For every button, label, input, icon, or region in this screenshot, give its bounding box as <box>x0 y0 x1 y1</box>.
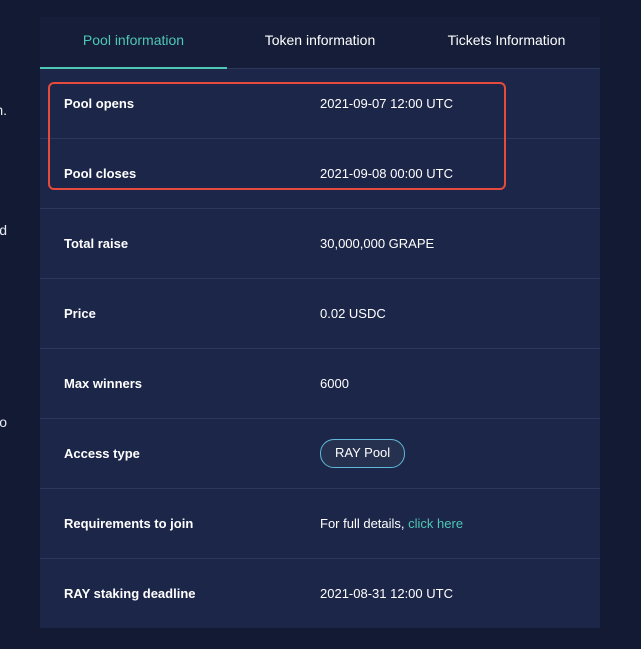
row-value: 6000 <box>320 376 349 391</box>
pool-info-panel: Pool information Token information Ticke… <box>40 17 600 628</box>
tab-pool-information[interactable]: Pool information <box>40 17 227 69</box>
row-ray-staking-deadline: RAY staking deadline 2021-08-31 12:00 UT… <box>40 559 600 628</box>
tab-bar: Pool information Token information Ticke… <box>40 17 600 69</box>
row-label: Access type <box>64 446 140 461</box>
left-text-fragment: o <box>0 414 7 430</box>
row-label: Price <box>64 306 96 321</box>
tab-label: Tickets Information <box>447 32 566 48</box>
row-access-type: Access type RAY Pool <box>40 419 600 489</box>
row-label: Requirements to join <box>64 516 194 531</box>
row-label: Total raise <box>64 236 129 251</box>
row-value: 2021-08-31 12:00 UTC <box>320 586 453 601</box>
tab-label: Pool information <box>82 32 185 48</box>
row-price: Price 0.02 USDC <box>40 279 600 349</box>
row-value: 0.02 USDC <box>320 306 386 321</box>
click-here-link[interactable]: click here <box>408 516 463 531</box>
info-table: Pool opens 2021-09-07 12:00 UTC Pool clo… <box>40 69 600 628</box>
row-max-winners: Max winners 6000 <box>40 349 600 419</box>
tab-label: Token information <box>264 32 376 48</box>
requirements-text: For full details, <box>320 516 409 531</box>
access-type-badge: RAY Pool <box>320 439 406 468</box>
row-value: 30,000,000 GRAPE <box>320 236 435 251</box>
row-pool-opens: Pool opens 2021-09-07 12:00 UTC <box>40 69 600 139</box>
tab-token-information[interactable]: Token information <box>227 17 413 68</box>
row-pool-closes: Pool closes 2021-09-08 00:00 UTC <box>40 139 600 209</box>
row-label: RAY staking deadline <box>64 586 196 601</box>
row-value: 2021-09-07 12:00 UTC <box>320 96 453 111</box>
row-total-raise: Total raise 30,000,000 GRAPE <box>40 209 600 279</box>
row-label: Pool opens <box>64 96 135 111</box>
row-label: Max winners <box>64 376 143 391</box>
tab-tickets-information[interactable]: Tickets Information <box>413 17 600 68</box>
row-requirements: Requirements to join For full details, c… <box>40 489 600 559</box>
page: n. d o Pool information Token informatio… <box>0 0 641 649</box>
left-text-fragment: d <box>0 222 7 238</box>
row-value: For full details, click here <box>320 489 463 558</box>
row-label: Pool closes <box>64 166 137 181</box>
row-value: 2021-09-08 00:00 UTC <box>320 166 453 181</box>
left-text-fragment: n. <box>0 102 7 118</box>
